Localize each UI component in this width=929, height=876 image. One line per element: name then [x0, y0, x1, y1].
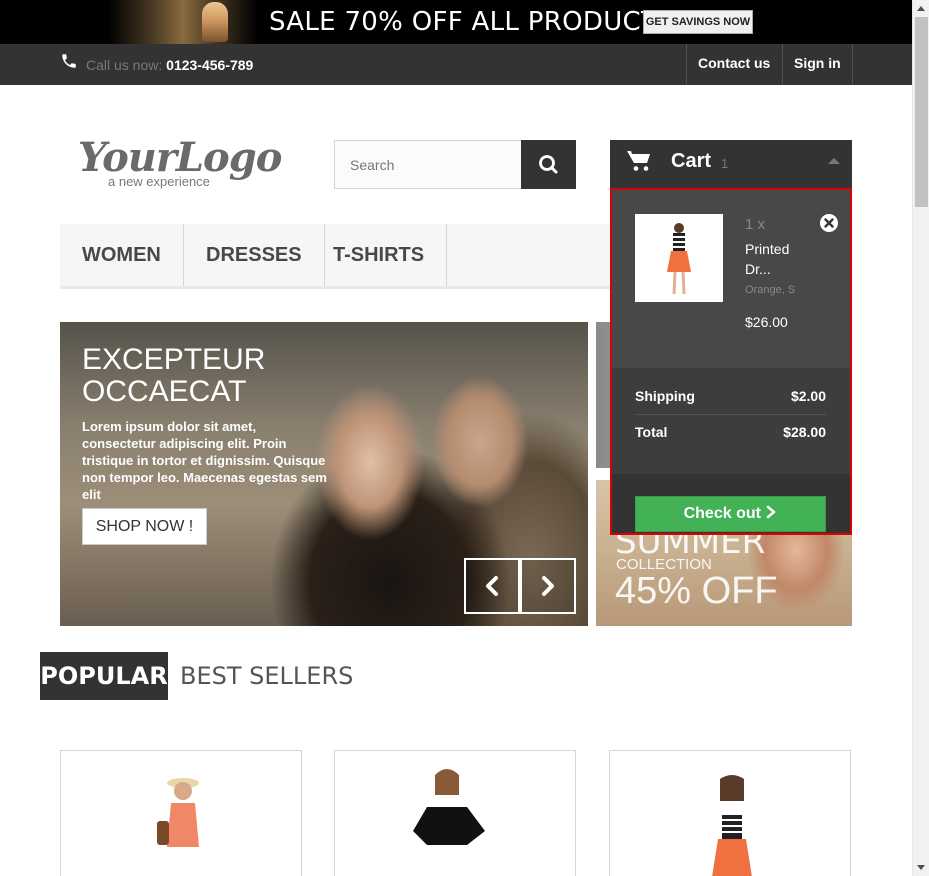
slide-title-line1: EXCEPTEUR — [82, 343, 266, 376]
product-image — [157, 778, 199, 847]
call-us-text: Call us now: 0123-456-789 — [86, 57, 253, 73]
cart-totals: Shipping $2.00 Total $28.00 — [612, 368, 850, 474]
product-card[interactable] — [60, 750, 302, 876]
scroll-down-arrow-icon[interactable] — [917, 865, 925, 870]
homepage-slider[interactable]: EXCEPTEUR OCCAECAT Lorem ipsum dolor sit… — [60, 322, 588, 626]
tab-best-sellers[interactable]: BEST SELLERS — [180, 652, 353, 700]
cart-label: Cart — [671, 150, 712, 172]
cart-product-item: 1 x Printed Dr... Orange, S $26.00 — [612, 190, 850, 368]
shipping-value: $2.00 — [790, 388, 826, 404]
call-us-label: Call us now: — [86, 57, 163, 73]
phone-number: 0123-456-789 — [166, 57, 254, 73]
cart-product-quantity: 1 x — [745, 216, 766, 233]
total-value: $28.00 — [783, 424, 826, 440]
product-card[interactable] — [334, 750, 576, 876]
shopping-cart-icon — [627, 151, 650, 171]
chevron-right-icon — [542, 576, 554, 596]
scroll-up-arrow-icon[interactable] — [917, 6, 925, 11]
cart-header[interactable]: Cart 1 — [610, 140, 852, 188]
checkout-area: Check out — [612, 474, 850, 533]
cart-count: 1 — [721, 156, 729, 171]
phone-icon — [62, 54, 76, 68]
sign-in-link[interactable]: Sign in — [782, 44, 853, 85]
slide-description: Lorem ipsum dolor sit amet, consectetur … — [82, 419, 327, 502]
slide-title-line2: OCCAECAT — [82, 375, 247, 408]
menu-item-dresses[interactable]: DRESSES — [184, 224, 325, 286]
shipping-label: Shipping — [635, 388, 695, 404]
product-image — [413, 769, 485, 845]
site-logo[interactable]: YourLogo a new experience — [78, 134, 282, 190]
close-icon — [824, 218, 834, 228]
caret-up-icon — [828, 158, 840, 164]
product-image — [667, 223, 691, 295]
chevron-left-icon — [486, 576, 498, 596]
total-row: Total $28.00 — [635, 424, 826, 440]
shipping-row: Shipping $2.00 — [635, 388, 826, 415]
search-button[interactable] — [521, 140, 576, 189]
product-card[interactable] — [609, 750, 851, 876]
cart-product-thumbnail[interactable] — [635, 214, 723, 302]
shop-now-button[interactable]: SHOP NOW ! — [82, 508, 207, 545]
checkout-label: Check out — [683, 505, 761, 522]
product-image — [712, 775, 752, 876]
get-savings-button[interactable]: GET SAVINGS NOW — [643, 10, 753, 34]
cart-product-name[interactable]: Printed Dr... — [745, 239, 815, 279]
banner-headline: SALE 70% OFF ALL PRODUCTS — [269, 7, 674, 37]
slider-next-button[interactable] — [520, 558, 576, 614]
checkout-button[interactable]: Check out — [635, 496, 826, 532]
chevron-right-icon — [767, 505, 776, 519]
top-nav-bar: Call us now: 0123-456-789 Contact us Sig… — [0, 44, 912, 85]
page-scrollbar[interactable] — [912, 0, 929, 876]
promo-discount-text: 45% OFF — [615, 570, 778, 612]
banner-photo — [108, 0, 258, 44]
cart-product-attributes: Orange, S — [745, 284, 796, 296]
search-field-wrapper — [334, 140, 522, 189]
tab-popular[interactable]: POPULAR — [40, 652, 168, 700]
search-icon — [539, 155, 558, 174]
slide-title: EXCEPTEUR OCCAECAT — [82, 344, 265, 408]
menu-item-women[interactable]: WOMEN — [60, 224, 184, 286]
contact-us-link[interactable]: Contact us — [686, 44, 781, 85]
search-input[interactable] — [335, 141, 521, 188]
scrollbar-thumb[interactable] — [915, 17, 928, 207]
total-label: Total — [635, 424, 668, 440]
banner-model-image — [202, 2, 228, 42]
menu-item-t-shirts[interactable]: T-SHIRTS — [311, 224, 448, 286]
remove-item-button[interactable] — [820, 214, 838, 232]
top-sale-banner[interactable]: SALE 70% OFF ALL PRODUCTS GET SAVINGS NO… — [0, 0, 912, 44]
slider-prev-button[interactable] — [464, 558, 520, 614]
cart-dropdown: 1 x Printed Dr... Orange, S $26.00 Shipp… — [610, 188, 852, 535]
logo-tagline: a new experience — [108, 174, 210, 189]
cart-product-price: $26.00 — [745, 314, 788, 330]
